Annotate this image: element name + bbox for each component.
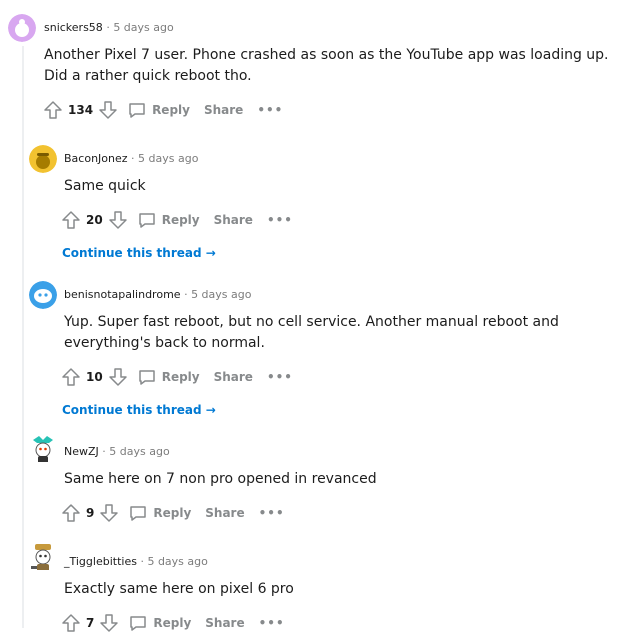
- vote-score: 10: [86, 370, 103, 384]
- downvote-icon[interactable]: [98, 612, 120, 634]
- reply-icon: [130, 616, 147, 631]
- arrow-right-icon: →: [205, 246, 216, 260]
- reply-label: Reply: [161, 370, 200, 384]
- reply-label: Reply: [161, 213, 200, 227]
- separator: ·: [106, 21, 110, 34]
- reply-label: Reply: [152, 103, 190, 117]
- upvote-icon[interactable]: [60, 209, 82, 231]
- continue-thread-label: Continue this thread: [62, 246, 202, 260]
- avatar[interactable]: [29, 145, 57, 173]
- comment-body: Exactly same here on pixel 6 pro: [64, 579, 294, 600]
- timestamp[interactable]: 5 days ago: [191, 288, 251, 301]
- username[interactable]: NewZJ: [64, 445, 99, 458]
- reply-label: Reply: [153, 506, 192, 520]
- comment-text-line: everything's back to normal.: [64, 335, 265, 351]
- comment-meta: BaconJonez · 5 days ago: [64, 152, 198, 165]
- reply-button[interactable]: Reply: [137, 210, 200, 230]
- comment-text-line: Yup. Super fast reboot, but no cell serv…: [64, 314, 559, 330]
- thread-line[interactable]: [22, 46, 24, 628]
- more-options-icon[interactable]: •••: [267, 370, 293, 384]
- comment-text-line: Did a rather quick reboot tho.: [44, 68, 252, 84]
- arrow-right-icon: →: [205, 403, 216, 417]
- avatar[interactable]: [8, 14, 36, 42]
- share-button[interactable]: Share: [214, 370, 253, 384]
- reply-button[interactable]: Reply: [137, 367, 200, 387]
- comment-body: Same quick: [64, 176, 146, 197]
- downvote-icon[interactable]: [107, 366, 129, 388]
- comment-meta: _Tigglebitties · 5 days ago: [64, 555, 208, 568]
- comment-body: Yup. Super fast reboot, but no cell serv…: [64, 312, 559, 354]
- downvote-icon[interactable]: [107, 209, 129, 231]
- timestamp[interactable]: 5 days ago: [147, 555, 207, 568]
- action-bar: 9 Reply Share •••: [60, 501, 285, 525]
- avatar[interactable]: [29, 434, 57, 462]
- reply-button[interactable]: Reply: [128, 613, 191, 633]
- comment-text-line: Same quick: [64, 178, 146, 194]
- username[interactable]: _Tigglebitties: [64, 555, 137, 568]
- share-button[interactable]: Share: [205, 506, 244, 520]
- separator: ·: [184, 288, 188, 301]
- vote-score: 20: [86, 213, 103, 227]
- reply-icon: [138, 370, 155, 385]
- action-bar: 20 Reply Share •••: [60, 208, 293, 232]
- continue-thread-label: Continue this thread: [62, 403, 202, 417]
- upvote-icon[interactable]: [60, 612, 82, 634]
- username[interactable]: BaconJonez: [64, 152, 128, 165]
- share-button[interactable]: Share: [204, 103, 243, 117]
- downvote-icon[interactable]: [98, 502, 120, 524]
- reply-button[interactable]: Reply: [127, 100, 190, 120]
- vote-score: 134: [68, 103, 94, 117]
- more-options-icon[interactable]: •••: [267, 213, 293, 227]
- comment-meta: snickers58 · 5 days ago: [44, 21, 174, 34]
- continue-thread-link[interactable]: Continue this thread →: [62, 403, 216, 417]
- separator: ·: [140, 555, 144, 568]
- continue-thread-link[interactable]: Continue this thread →: [62, 246, 216, 260]
- reply-icon: [129, 103, 145, 118]
- timestamp[interactable]: 5 days ago: [138, 152, 198, 165]
- comment-meta: benisnotapalindrome · 5 days ago: [64, 288, 251, 301]
- comment-text-line: Exactly same here on pixel 6 pro: [64, 581, 294, 597]
- comment-text-line: Same here on 7 non pro opened in revance…: [64, 471, 377, 487]
- downvote-icon[interactable]: [97, 99, 119, 121]
- comment-body: Another Pixel 7 user. Phone crashed as s…: [44, 45, 609, 87]
- username[interactable]: benisnotapalindrome: [64, 288, 181, 301]
- more-options-icon[interactable]: •••: [259, 506, 285, 520]
- comment-body: Same here on 7 non pro opened in revance…: [64, 469, 377, 490]
- share-button[interactable]: Share: [214, 213, 253, 227]
- action-bar: 7 Reply Share •••: [60, 611, 285, 635]
- action-bar: 10 Reply Share •••: [60, 365, 293, 389]
- separator: ·: [102, 445, 106, 458]
- action-bar: 134 Reply Share •••: [42, 98, 283, 122]
- comment-meta: NewZJ · 5 days ago: [64, 445, 170, 458]
- reply-icon: [138, 213, 155, 228]
- timestamp[interactable]: 5 days ago: [109, 445, 169, 458]
- avatar[interactable]: [29, 281, 57, 309]
- timestamp[interactable]: 5 days ago: [113, 21, 173, 34]
- more-options-icon[interactable]: •••: [257, 103, 283, 117]
- comment-text-line: Another Pixel 7 user. Phone crashed as s…: [44, 47, 609, 63]
- upvote-icon[interactable]: [42, 99, 64, 121]
- username[interactable]: snickers58: [44, 21, 103, 34]
- reply-icon: [130, 506, 147, 521]
- vote-score: 9: [86, 506, 95, 520]
- reply-button[interactable]: Reply: [128, 503, 191, 523]
- avatar[interactable]: [29, 542, 57, 570]
- upvote-icon[interactable]: [60, 502, 82, 524]
- separator: ·: [131, 152, 135, 165]
- upvote-icon[interactable]: [60, 366, 82, 388]
